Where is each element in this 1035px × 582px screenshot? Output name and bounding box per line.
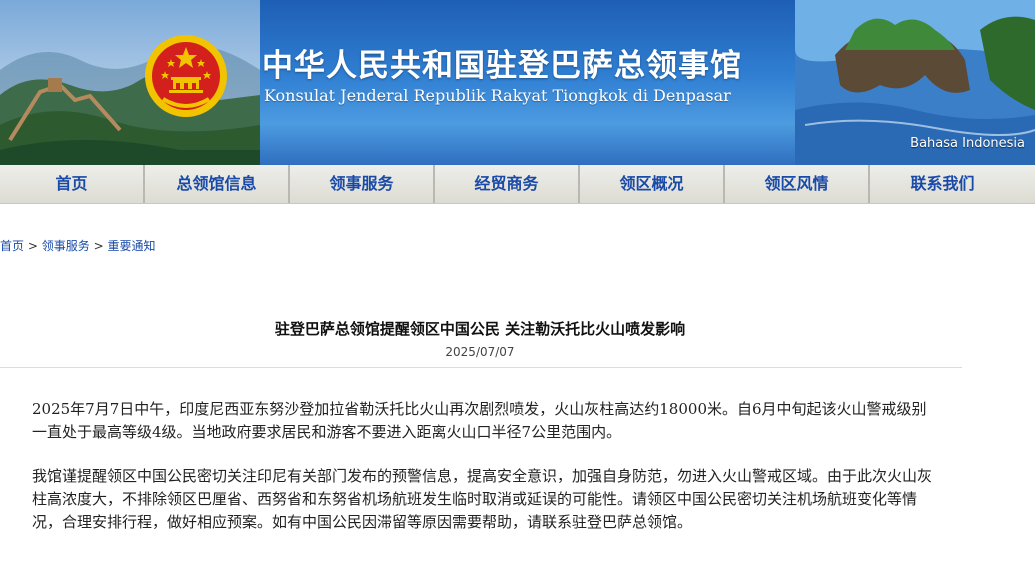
nav-item-economy-trade[interactable]: 经贸商务 [435,165,580,203]
nav-item-district-overview[interactable]: 领区概况 [580,165,725,203]
article-paragraph: 2025年7月7日中午，印度尼西亚东努沙登加拉省勒沃托比火山再次剧烈喷发，火山灰… [32,400,927,441]
language-switch-link[interactable]: Bahasa Indonesia [910,136,1025,151]
nav-item-consulate-info[interactable]: 总领馆信息 [145,165,290,203]
main-navigation: 首页 总领馆信息 领事服务 经贸商务 领区概况 领区风情 联系我们 [0,165,1035,204]
title-divider [0,367,962,368]
breadcrumb: 首页 > 领事服务 > 重要通知 [0,237,155,254]
national-emblem-icon [145,35,227,117]
article-date: 2025/07/07 [445,345,515,359]
nav-item-consular-services[interactable]: 领事服务 [290,165,435,203]
article-title: 驻登巴萨总领馆提醒领区中国公民 关注勒沃托比火山喷发影响 [274,320,686,338]
article-body: 2025年7月7日中午，印度尼西亚东努沙登加拉省勒沃托比火山再次剧烈喷发，火山灰… [32,398,932,555]
nav-item-contact-us[interactable]: 联系我们 [870,165,1015,203]
breadcrumb-separator: > [93,239,104,253]
nav-item-district-culture[interactable]: 领区风情 [725,165,870,203]
breadcrumb-notice-link[interactable]: 重要通知 [107,239,155,253]
breadcrumb-separator: > [27,239,38,253]
header-banner: 中华人民共和国驻登巴萨总领事馆 Konsulat Jenderal Republ… [0,0,1035,165]
breadcrumb-home-link[interactable]: 首页 [0,239,24,253]
article-paragraph: 我馆谨提醒领区中国公民密切关注印尼有关部门发布的预警信息，提高安全意识，加强自身… [32,467,933,531]
breadcrumb-consular-link[interactable]: 领事服务 [42,239,90,253]
site-title-indonesian: Konsulat Jenderal Republik Rakyat Tiongk… [264,86,731,105]
nav-item-home[interactable]: 首页 [0,165,145,203]
site-title-chinese: 中华人民共和国驻登巴萨总领事馆 [262,48,742,84]
